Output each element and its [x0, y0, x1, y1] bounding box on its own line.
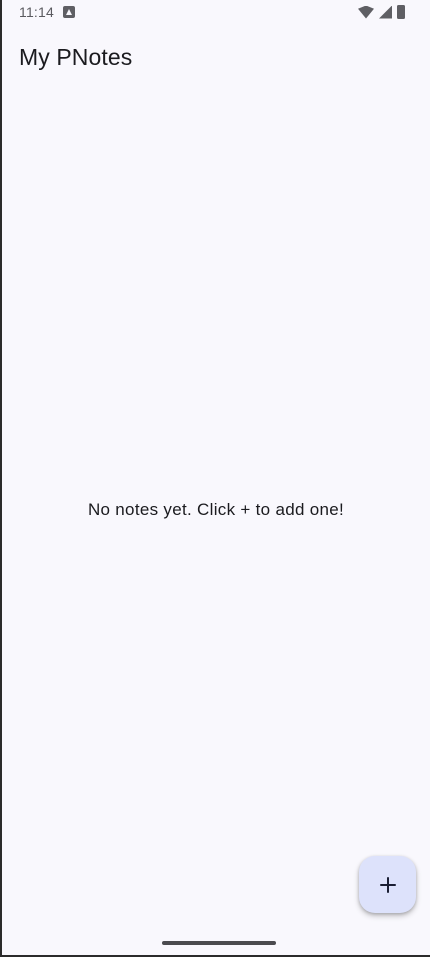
notification-icon [63, 6, 75, 18]
signal-icon [379, 5, 392, 19]
status-bar: 11:14 [2, 0, 430, 26]
plus-icon [379, 876, 396, 893]
status-time: 11:14 [19, 4, 54, 20]
status-icons [358, 5, 405, 19]
battery-icon [397, 5, 405, 19]
gesture-navigation-bar[interactable] [162, 941, 276, 945]
page-title: My PNotes [19, 44, 133, 70]
empty-state-message: No notes yet. Click + to add one! [87, 500, 345, 519]
wifi-icon [358, 5, 374, 19]
app-screen: 11:14 My PNotes No notes yet. Click + to… [0, 0, 430, 957]
add-note-button[interactable] [359, 856, 416, 913]
